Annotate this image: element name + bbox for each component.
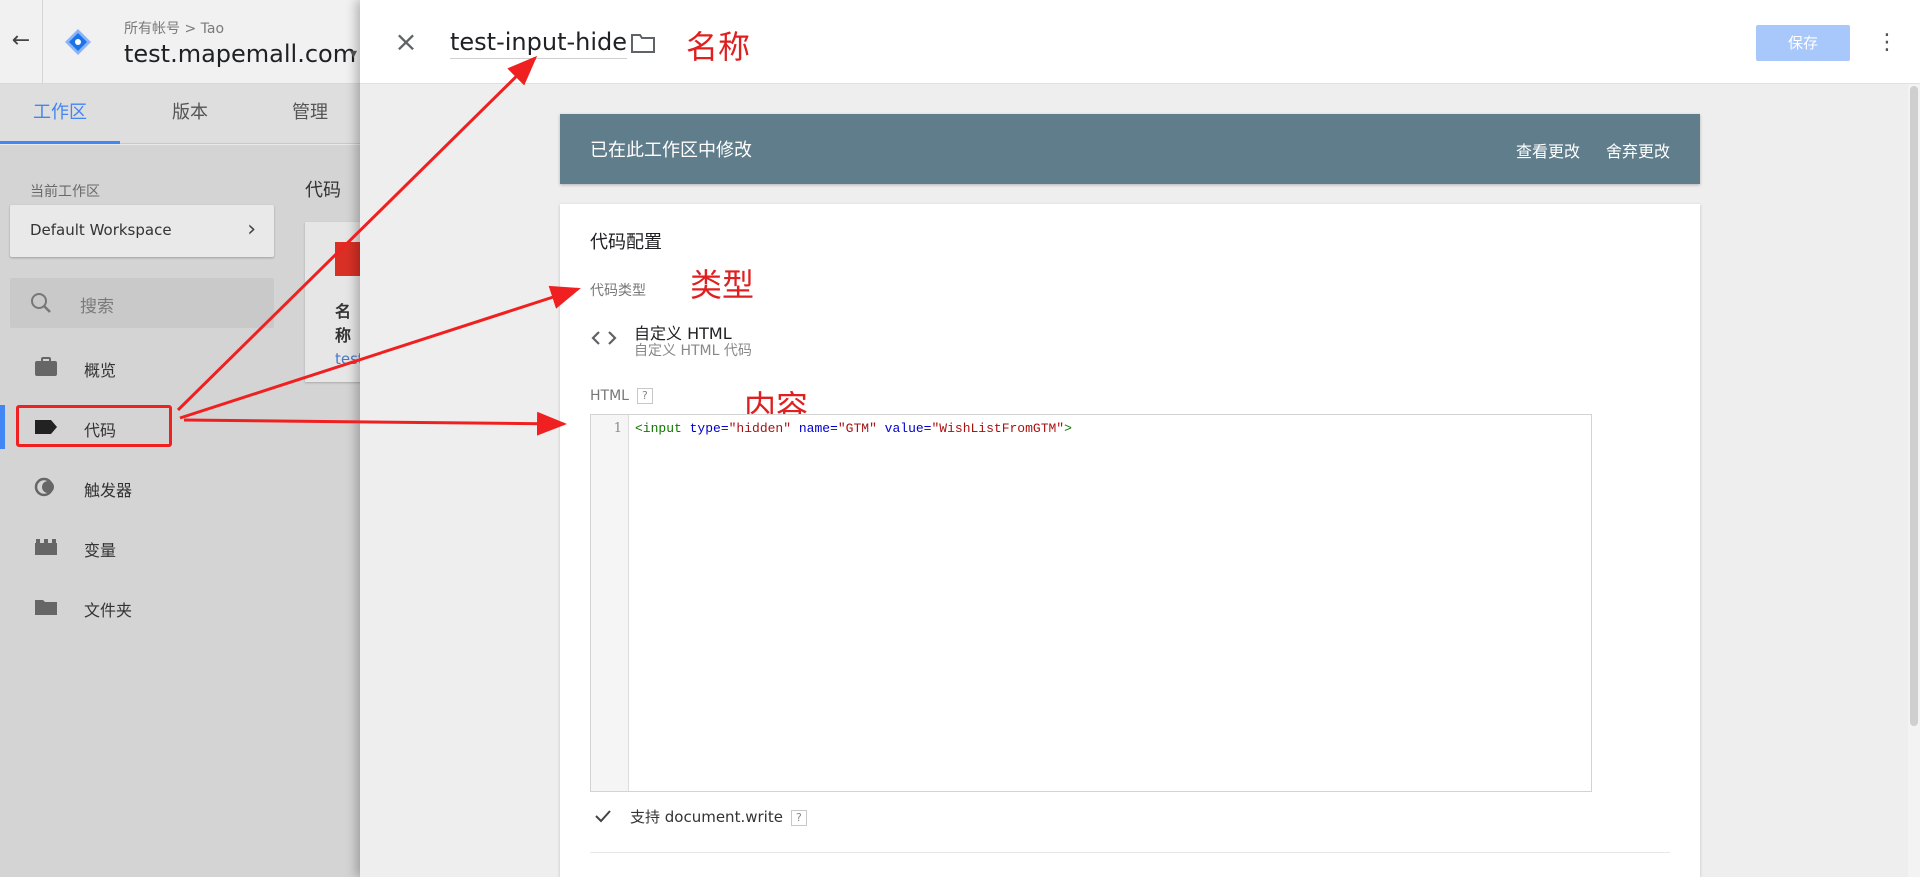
code-attr: value= (876, 421, 932, 436)
sidebar-item-label: 变量 (84, 541, 117, 560)
view-changes-link[interactable]: 查看更改 (1516, 138, 1580, 162)
chevron-down-icon[interactable]: ▾ (350, 46, 357, 62)
help-icon[interactable]: ? (790, 809, 807, 826)
folder-icon[interactable] (630, 32, 656, 54)
editor-gutter: 1 (591, 415, 629, 791)
code-string: "hidden" (728, 421, 792, 436)
gtm-logo-icon (65, 29, 91, 55)
app-header: ← 所有帐号 > Tao test.mapemall.com ▾ (0, 0, 360, 84)
sidebar-item-label: 概览 (84, 361, 117, 380)
search-icon (31, 293, 51, 313)
account-breadcrumb[interactable]: 所有帐号 > Tao (124, 18, 224, 38)
tab-admin[interactable]: 管理 (250, 84, 370, 144)
tag-configuration-card: 代码配置 代码类型 类型 自定义 HTML 自定义 HTML 代码 HTML? … (560, 204, 1700, 877)
sidebar-search[interactable]: 搜索 (10, 278, 274, 328)
document-write-text: 支持 document.write (630, 808, 783, 826)
sidebar-item-label: 触发器 (84, 481, 133, 500)
folder-icon (35, 600, 57, 615)
main-tabs: 工作区 版本 管理 (0, 84, 360, 144)
workspace-changes-banner: 已在此工作区中修改 查看更改 舍弃更改 (560, 114, 1700, 184)
tab-workspace[interactable]: 工作区 (0, 84, 120, 144)
tab-versions[interactable]: 版本 (130, 84, 250, 144)
tags-list-card: 名称 test (305, 222, 365, 382)
save-button[interactable]: 保存 (1756, 25, 1850, 61)
banner-text: 已在此工作区中修改 (590, 140, 752, 161)
content-title: 代码 (305, 180, 341, 201)
sidebar-item-variables[interactable]: 变量 (0, 525, 300, 569)
annotation-highlight-box (16, 405, 172, 447)
search-placeholder: 搜索 (80, 297, 114, 317)
tag-editor-panel: × test-input-hide 名称 保存 ⋮ 已在此工作区中修改 查看更改… (360, 0, 1920, 877)
code-tag-open: <input (635, 421, 682, 436)
code-string: "GTM" (837, 421, 877, 436)
config-title: 代码配置 (590, 232, 662, 253)
chevron-right-icon: › (247, 217, 256, 242)
panel-header: × test-input-hide 名称 保存 ⋮ (360, 0, 1920, 84)
scrollbar[interactable] (1908, 84, 1920, 877)
code-line: <input type="hidden" name="GTM" value="W… (635, 421, 1072, 436)
card-divider (590, 852, 1670, 853)
tag-type-label: 代码类型 (590, 283, 646, 299)
code-attr: name= (791, 421, 838, 436)
code-attr: type= (681, 421, 729, 436)
document-write-label: 支持 document.write? (630, 806, 807, 827)
sidebar-item-triggers[interactable]: 触发器 (0, 465, 300, 509)
header-divider (42, 0, 43, 84)
sidebar-item-label: 文件夹 (84, 601, 133, 620)
briefcase-icon (35, 357, 57, 376)
discard-changes-link[interactable]: 舍弃更改 (1606, 138, 1670, 162)
trigger-icon (34, 477, 54, 497)
checkmark-icon (595, 810, 611, 823)
more-vert-icon[interactable]: ⋮ (1876, 28, 1898, 58)
code-tag-close: > (1064, 421, 1072, 436)
annotation-label-type: 类型 (690, 266, 755, 304)
close-icon[interactable]: × (390, 26, 422, 58)
active-indicator (0, 405, 5, 449)
html-field-label: HTML? (590, 388, 653, 404)
workspace-name: Default Workspace (30, 221, 172, 239)
workspace-selector[interactable]: Default Workspace › (10, 205, 274, 257)
variable-icon (35, 539, 57, 555)
scrollbar-thumb[interactable] (1910, 86, 1918, 726)
code-brackets-icon[interactable] (590, 326, 618, 350)
sidebar-item-overview[interactable]: 概览 (0, 345, 300, 389)
back-arrow-icon[interactable]: ← (8, 28, 34, 54)
html-code-editor[interactable]: 1 <input type="hidden" name="GTM" value=… (590, 414, 1592, 792)
help-icon[interactable]: ? (636, 388, 653, 404)
annotation-label-name: 名称 (686, 28, 751, 66)
tag-type-description: 自定义 HTML 代码 (634, 343, 752, 359)
html-label-text: HTML (590, 388, 629, 404)
code-string: "WishListFromGTM" (931, 421, 1065, 436)
tag-name-input[interactable]: test-input-hide (450, 28, 628, 59)
sidebar-item-folders[interactable]: 文件夹 (0, 585, 300, 629)
current-workspace-label: 当前工作区 (30, 184, 100, 200)
container-name[interactable]: test.mapemall.com (124, 40, 356, 68)
line-number: 1 (613, 421, 622, 436)
